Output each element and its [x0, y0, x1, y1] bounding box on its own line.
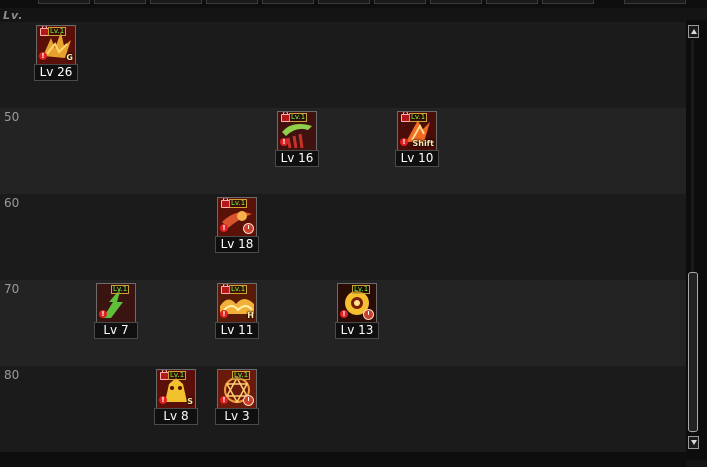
hotkey-label: Shift [412, 139, 434, 148]
skill-level-label: Lv 26 [34, 64, 78, 81]
top-tab[interactable] [542, 0, 594, 4]
skill-level-label: Lv 7 [94, 322, 138, 339]
flame-wave-icon[interactable]: Lv.1 ! H [217, 283, 257, 323]
skill-slot[interactable]: Lv.1 ! Lv 16 [275, 111, 319, 169]
top-tab-strip [0, 0, 707, 8]
magic-circle-icon[interactable]: Lv.1 ! [217, 369, 257, 409]
top-tab[interactable] [262, 0, 314, 4]
top-tab[interactable] [374, 0, 426, 4]
level-row: 60 [0, 194, 686, 280]
vertical-scrollbar[interactable] [686, 20, 707, 460]
hotkey-label: H [247, 311, 254, 320]
top-tab[interactable] [318, 0, 370, 4]
cooldown-icon [243, 223, 254, 234]
skill-level-tag: Lv.1 [48, 27, 67, 36]
skill-slot[interactable]: Lv.1 ! Lv 3 [215, 369, 259, 427]
skill-level-tag: Lv.1 [289, 113, 308, 122]
skill-slot[interactable]: Lv.1 ! Lv 7 [94, 283, 138, 341]
fire-slash-icon[interactable]: Lv.1 ! Shift [397, 111, 437, 151]
alert-icon: ! [159, 396, 167, 404]
cooldown-icon [363, 309, 374, 320]
skill-level-tag: Lv.1 [352, 285, 371, 294]
top-tab[interactable] [38, 0, 90, 4]
skill-level-tag: Lv.1 [232, 371, 251, 380]
top-tab[interactable] [624, 0, 686, 4]
skill-level-label: Lv 13 [335, 322, 379, 339]
row-level-label: 80 [4, 368, 20, 382]
sun-burst-icon[interactable]: Lv.1 ! [337, 283, 377, 323]
top-tab[interactable] [206, 0, 258, 4]
level-column-header: Lv. [3, 9, 24, 22]
golden-beast-icon[interactable]: Lv.1 ! S [156, 369, 196, 409]
hotkey-label: G [66, 53, 73, 62]
alert-icon: ! [280, 138, 288, 146]
top-tab[interactable] [94, 0, 146, 4]
row-level-label: 50 [4, 110, 20, 124]
green-lightning-icon[interactable]: Lv.1 ! [96, 283, 136, 323]
row-level-label: 70 [4, 282, 20, 296]
skill-level-label: Lv 16 [275, 150, 319, 167]
skill-level-label: Lv 11 [215, 322, 259, 339]
green-claw-icon[interactable]: Lv.1 ! [277, 111, 317, 151]
alert-icon: ! [220, 396, 228, 404]
alert-icon: ! [39, 52, 47, 60]
scroll-thumb[interactable] [688, 272, 698, 432]
level-row: 50 [0, 108, 686, 194]
skill-level-label: Lv 10 [395, 150, 439, 167]
bottom-bar [0, 452, 686, 467]
skill-level-tag: Lv.1 [111, 285, 130, 294]
alert-icon: ! [220, 310, 228, 318]
skill-slot[interactable]: Lv.1 ! S Lv 8 [154, 369, 198, 427]
top-tab[interactable] [150, 0, 202, 4]
level-row: 80 [0, 366, 686, 452]
alert-icon: ! [400, 138, 408, 146]
skill-level-label: Lv 8 [154, 408, 198, 425]
skill-level-tag: Lv.1 [229, 199, 248, 208]
skill-slot[interactable]: Lv.1 ! H Lv 11 [215, 283, 259, 341]
skill-level-label: Lv 3 [215, 408, 259, 425]
skill-level-tag: Lv.1 [168, 371, 187, 380]
cooldown-icon [243, 395, 254, 406]
level-row [0, 22, 686, 108]
top-tab[interactable] [430, 0, 482, 4]
alert-icon: ! [99, 310, 107, 318]
alert-icon: ! [220, 224, 228, 232]
skill-slot[interactable]: Lv.1 ! Lv 13 [335, 283, 379, 341]
row-level-label: 60 [4, 196, 20, 210]
skill-slot[interactable]: Lv.1 ! Lv 18 [215, 197, 259, 255]
hotkey-label: S [187, 397, 193, 406]
alert-icon: ! [340, 310, 348, 318]
scroll-down-arrow-icon[interactable] [688, 436, 699, 449]
scroll-up-arrow-icon[interactable] [688, 25, 699, 38]
skill-level-label: Lv 18 [215, 236, 259, 253]
skill-slot[interactable]: Lv.1 ! Shift Lv 10 [395, 111, 439, 169]
skill-level-tag: Lv.1 [229, 285, 248, 294]
spiked-claw-icon[interactable]: Lv.1 ! G [36, 25, 76, 65]
skill-level-tag: Lv.1 [409, 113, 428, 122]
skill-slot[interactable]: Lv.1 ! G Lv 26 [34, 25, 78, 83]
fire-dash-icon[interactable]: Lv.1 ! [217, 197, 257, 237]
top-tab[interactable] [486, 0, 538, 4]
